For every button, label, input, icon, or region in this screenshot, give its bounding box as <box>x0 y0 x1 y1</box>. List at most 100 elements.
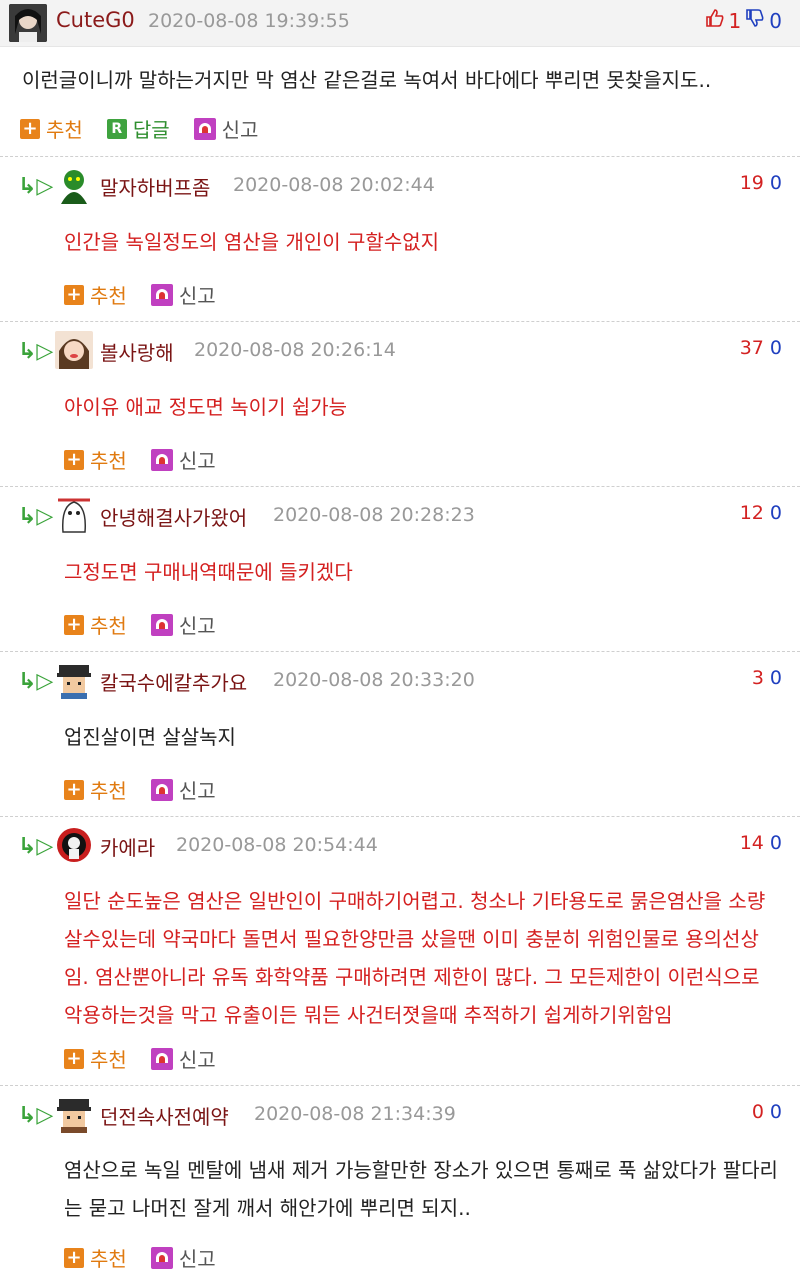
avatar[interactable] <box>55 826 93 864</box>
divider <box>0 816 800 817</box>
upvote-count: 1 <box>728 8 742 33</box>
vote-box: 1 0 <box>705 8 782 33</box>
post-actions: + 추천 R 답글 신고 <box>20 114 282 143</box>
comment-date: 2020-08-08 20:28:23 <box>273 504 475 526</box>
thumbs-down-icon[interactable] <box>745 8 765 33</box>
comment-date: 2020-08-08 20:26:14 <box>194 339 396 361</box>
comment-actions: + 추천 신고 <box>64 1243 240 1272</box>
comment-nickname[interactable]: 안녕해결사가왔어 <box>100 502 247 531</box>
comment-actions: + 추천 신고 <box>64 280 240 309</box>
comment-item: ↳▷ 말자하버프좀 2020-08-08 20:02:44 19 0 인간을 녹일… <box>0 166 800 318</box>
reply-arrow-icon: ↳▷ <box>18 669 54 694</box>
report-button[interactable]: 신고 <box>193 114 259 143</box>
plus-icon: + <box>64 1048 84 1069</box>
plus-icon: + <box>20 118 40 139</box>
comment-item: ↳▷ 던전속사전예약 2020-08-08 21:34:39 00 염산으로 녹… <box>0 1095 800 1278</box>
report-button[interactable]: 신고 <box>150 610 216 639</box>
avatar[interactable] <box>55 661 93 699</box>
recommend-label: 추천 <box>90 1247 127 1271</box>
comment-nickname[interactable]: 카에라 <box>100 832 155 861</box>
plus-icon: + <box>64 779 84 800</box>
siren-icon <box>150 778 173 801</box>
comment-item: ↳▷ 안녕해결사가왔어 2020-08-08 20:28:23 12 0 그정도면… <box>0 496 800 648</box>
siren-icon <box>150 448 173 471</box>
r-icon: R <box>106 118 127 139</box>
recommend-button[interactable]: + 추천 <box>64 775 127 804</box>
main-post-header: CuteG0 2020-08-08 19:39:55 1 0 <box>0 0 800 47</box>
comment-score: 14 0 <box>740 832 782 854</box>
comment-text: 그정도면 구매내역때문에 들키겠다 <box>64 560 353 584</box>
recommend-label: 추천 <box>90 614 127 638</box>
recommend-button[interactable]: + 추천 <box>64 1044 127 1073</box>
comment-nickname[interactable]: 볼사랑해 <box>100 337 174 366</box>
recommend-label: 추천 <box>90 449 127 473</box>
reply-arrow-icon: ↳▷ <box>18 174 54 199</box>
comment-date: 2020-08-08 20:54:44 <box>176 834 378 856</box>
plus-icon: + <box>64 614 84 635</box>
recommend-button[interactable]: + 추천 <box>64 1243 127 1272</box>
recommend-button[interactable]: + 추천 <box>64 280 127 309</box>
comment-item: ↳▷ 카에라 2020-08-08 20:54:44 14 0 일단 순도높은 염… <box>0 826 800 1082</box>
report-button[interactable]: 신고 <box>150 1044 216 1073</box>
report-label: 신고 <box>178 614 216 638</box>
post-date: 2020-08-08 19:39:55 <box>148 10 350 32</box>
siren-icon <box>150 283 173 306</box>
comment-nickname[interactable]: 칼국수에칼추가요 <box>100 667 247 696</box>
report-label: 신고 <box>178 284 216 308</box>
recommend-button[interactable]: + 추천 <box>64 610 127 639</box>
downvote-count: 0 <box>769 8 782 33</box>
recommend-button[interactable]: + 추천 <box>20 114 83 143</box>
avatar[interactable] <box>55 331 93 369</box>
comment-text: 염산으로 녹일 멘탈에 냄새 제거 가능할만한 장소가 있으면 통째로 푹 삶았… <box>64 1158 778 1220</box>
upvote-count: 3 <box>751 667 764 689</box>
main-post: CuteG0 2020-08-08 19:39:55 1 0 이런글이니까 말하… <box>0 0 800 142</box>
upvote-count: 14 <box>739 832 764 854</box>
author-nickname[interactable]: CuteG0 <box>56 8 135 32</box>
avatar[interactable] <box>55 166 93 204</box>
report-label: 신고 <box>178 1048 216 1072</box>
report-button[interactable]: 신고 <box>150 775 216 804</box>
divider <box>0 486 800 487</box>
avatar[interactable] <box>9 4 47 42</box>
downvote-count: 0 <box>769 337 782 359</box>
comment-item: ↳▷ 볼사랑해 2020-08-08 20:26:14 37 0 아이유 애교 정… <box>0 331 800 483</box>
report-button[interactable]: 신고 <box>150 280 216 309</box>
upvote-count: 12 <box>739 502 764 524</box>
comment-date: 2020-08-08 20:33:20 <box>273 669 475 691</box>
siren-icon <box>193 117 216 140</box>
plus-icon: + <box>64 284 84 305</box>
recommend-button[interactable]: + 추천 <box>64 445 127 474</box>
reply-arrow-icon: ↳▷ <box>18 834 54 859</box>
reply-button[interactable]: R 답글 <box>106 114 170 143</box>
report-label: 신고 <box>178 1247 216 1271</box>
recommend-label: 추천 <box>46 118 83 142</box>
avatar[interactable] <box>55 1095 93 1133</box>
comment-actions: + 추천 신고 <box>64 775 240 804</box>
avatar[interactable] <box>55 496 93 534</box>
comment-item: ↳▷ 칼국수에칼추가요 2020-08-08 20:33:20 30 업진살이면… <box>0 661 800 813</box>
comment-actions: + 추천 신고 <box>64 445 240 474</box>
reply-arrow-icon: ↳▷ <box>18 504 54 529</box>
comment-nickname[interactable]: 던전속사전예약 <box>100 1101 229 1130</box>
downvote-count: 0 <box>769 502 782 524</box>
downvote-count: 0 <box>769 667 782 689</box>
report-label: 신고 <box>178 449 216 473</box>
siren-icon <box>150 613 173 636</box>
downvote-count: 0 <box>769 172 782 194</box>
report-button[interactable]: 신고 <box>150 445 216 474</box>
report-label: 신고 <box>178 779 216 803</box>
report-button[interactable]: 신고 <box>150 1243 216 1272</box>
downvote-count: 0 <box>769 1101 782 1123</box>
comment-actions: + 추천 신고 <box>64 1044 240 1073</box>
comment-score: 12 0 <box>740 502 782 524</box>
reply-label: 답글 <box>132 118 170 142</box>
thumbs-up-icon[interactable] <box>705 8 725 33</box>
comment-score: 37 0 <box>740 337 782 359</box>
report-label: 신고 <box>221 118 259 142</box>
comment-nickname[interactable]: 말자하버프좀 <box>100 172 210 201</box>
divider <box>0 321 800 322</box>
recommend-label: 추천 <box>90 779 127 803</box>
upvote-count: 19 <box>739 172 764 194</box>
comment-score: 00 <box>752 1101 782 1123</box>
siren-icon <box>150 1246 173 1269</box>
